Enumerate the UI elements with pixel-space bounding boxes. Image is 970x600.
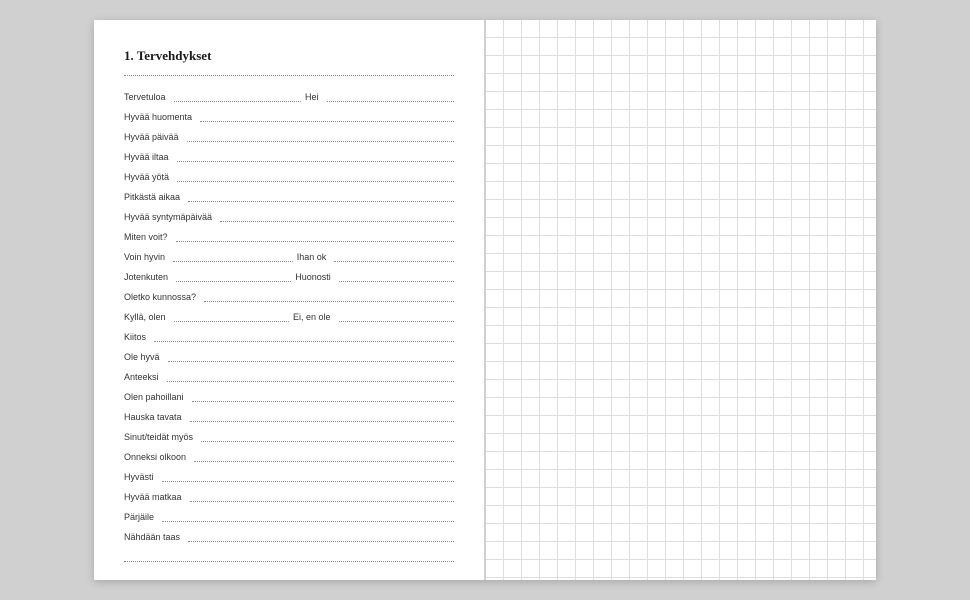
term-left: Hauska tavata [124, 412, 186, 422]
term-left: Miten voit? [124, 232, 172, 242]
fill-line [173, 254, 293, 262]
fill-line [168, 354, 454, 362]
fill-line [327, 94, 454, 102]
vocab-row: Kyllä, olen Ei, en ole [124, 302, 454, 322]
fill-line [174, 94, 301, 102]
fill-line [188, 534, 454, 542]
term-left: Tervetuloa [124, 92, 170, 102]
fill-line [201, 434, 454, 442]
vocab-row: Hyvää yötä [124, 162, 454, 182]
term-left: Anteeksi [124, 372, 163, 382]
vocab-row: Hyvää matkaa [124, 482, 454, 502]
fill-line [176, 234, 454, 242]
term-left: Nähdään taas [124, 532, 184, 542]
vocab-row: Oletko kunnossa? [124, 282, 454, 302]
fill-line [339, 314, 454, 322]
vocab-row: Pitkästä aikaa [124, 182, 454, 202]
fill-line [187, 134, 454, 142]
fill-line [154, 334, 454, 342]
vocab-row: Pärjäile [124, 502, 454, 522]
fill-line [176, 274, 291, 282]
vocab-row: Hyvästi [124, 462, 454, 482]
term-left: Hyvää iltaa [124, 152, 173, 162]
fill-line [162, 474, 454, 482]
term-right: Ei, en ole [293, 312, 335, 322]
vocab-row: Miten voit? [124, 222, 454, 242]
vocab-row-blank [124, 542, 454, 562]
term-left: Hyvää syntymäpäivää [124, 212, 216, 222]
term-left: Hyvästi [124, 472, 158, 482]
term-left: Onneksi olkoon [124, 452, 190, 462]
term-left: Olen pahoillani [124, 392, 188, 402]
term-left: Kyllä, olen [124, 312, 170, 322]
fill-line [194, 454, 454, 462]
left-page: 1. Tervehdykset Tervetuloa Hei Hyvää huome… [94, 20, 484, 580]
fill-line [162, 514, 454, 522]
vocab-row: Hyvää iltaa [124, 142, 454, 162]
vocab-row: Onneksi olkoon [124, 442, 454, 462]
fill-line [220, 214, 454, 222]
vocab-row: Anteeksi [124, 362, 454, 382]
fill-line [334, 254, 454, 262]
vocab-row: Tervetuloa Hei [124, 82, 454, 102]
vocab-row: Hyvää päivää [124, 122, 454, 142]
fill-line [204, 294, 454, 302]
vocab-row: Jotenkuten Huonosti [124, 262, 454, 282]
fill-line [177, 174, 454, 182]
vocab-row: Hyvää huomenta [124, 102, 454, 122]
vocab-row: Voin hyvin Ihan ok [124, 242, 454, 262]
term-left: Kiitos [124, 332, 150, 342]
section-heading: 1. Tervehdykset [124, 48, 454, 64]
term-right: Ihan ok [297, 252, 331, 262]
vocab-row: Hauska tavata [124, 402, 454, 422]
heading-rule [124, 68, 454, 76]
graph-paper-grid [486, 20, 876, 580]
vocab-row: Nähdään taas [124, 522, 454, 542]
term-right: Hei [305, 92, 323, 102]
term-left: Oletko kunnossa? [124, 292, 200, 302]
fill-line [190, 494, 454, 502]
fill-line [200, 114, 454, 122]
term-left: Hyvää matkaa [124, 492, 186, 502]
fill-line [124, 554, 454, 562]
term-left: Hyvää yötä [124, 172, 173, 182]
term-left: Hyvää päivää [124, 132, 183, 142]
vocab-row: Ole hyvä [124, 342, 454, 362]
vocab-row: Olen pahoillani [124, 382, 454, 402]
fill-line [174, 314, 289, 322]
vocab-row: Kiitos [124, 322, 454, 342]
term-left: Hyvää huomenta [124, 112, 196, 122]
vocab-row: Sinut/teidät myös [124, 422, 454, 442]
fill-line [177, 154, 454, 162]
page-spread: 1. Tervehdykset Tervetuloa Hei Hyvää huome… [94, 20, 876, 580]
term-right: Huonosti [295, 272, 335, 282]
term-left: Ole hyvä [124, 352, 164, 362]
right-page [486, 20, 876, 580]
fill-line [339, 274, 454, 282]
fill-line [190, 414, 454, 422]
term-left: Pärjäile [124, 512, 158, 522]
vocab-list: Tervetuloa Hei Hyvää huomenta Hyvää päivää H… [124, 82, 454, 562]
term-left: Voin hyvin [124, 252, 169, 262]
term-left: Jotenkuten [124, 272, 172, 282]
term-left: Pitkästä aikaa [124, 192, 184, 202]
fill-line [167, 374, 454, 382]
term-left: Sinut/teidät myös [124, 432, 197, 442]
vocab-row: Hyvää syntymäpäivää [124, 202, 454, 222]
fill-line [188, 194, 454, 202]
fill-line [192, 394, 454, 402]
